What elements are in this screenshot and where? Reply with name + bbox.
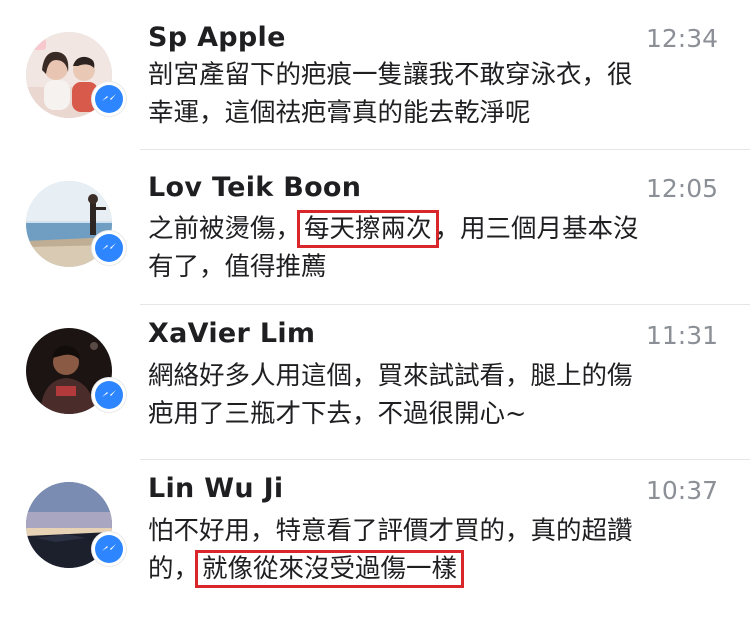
messenger-icon	[102, 94, 116, 101]
messenger-badge	[92, 231, 126, 265]
highlight-box: 就像從來沒受過傷一樣	[195, 550, 465, 588]
conversation-row[interactable]: Lov Teik Boon 12:05 之前被燙傷， 每天擦兩次 ，用三個月基本沒 …	[0, 150, 750, 305]
sender-name: XaVier Lim	[148, 318, 316, 349]
message-text: 網絡好多人用這個，買來試試看，腿上的傷 疤用了三瓶才下去，不過很開心~	[148, 357, 738, 433]
messenger-icon	[102, 243, 116, 250]
message-time: 12:05	[645, 174, 718, 203]
messenger-badge	[92, 378, 126, 412]
message-text: 怕不好用，特意看了評價才買的，真的超讚 的， 就像從來沒受過傷一樣	[148, 512, 738, 588]
message-line: 網絡好多人用這個，買來試試看，腿上的傷	[148, 361, 633, 391]
message-segment: 之前被燙傷，	[148, 214, 302, 244]
conversation-row[interactable]: XaVier Lim 11:31 網絡好多人用這個，買來試試看，腿上的傷 疤用了…	[0, 305, 750, 460]
message-line: 有了，值得推薦	[148, 252, 327, 282]
sender-name: Lov Teik Boon	[148, 172, 362, 203]
message-text: 剖宮產留下的疤痕一隻讓我不敢穿泳衣，很 幸運，這個祛疤膏真的能去乾淨呢	[148, 56, 738, 132]
message-time: 12:34	[645, 24, 718, 53]
message-segment: 的，	[148, 554, 200, 584]
message-line: 之前被燙傷， 每天擦兩次 ，用三個月基本沒	[148, 210, 738, 248]
messenger-icon	[102, 544, 116, 551]
messenger-badge	[92, 532, 126, 566]
sender-name: Lin Wu Ji	[148, 473, 284, 504]
message-line: 疤用了三瓶才下去，不過很開心~	[148, 399, 527, 429]
message-line: 的， 就像從來沒受過傷一樣	[148, 550, 738, 588]
message-line: 剖宮產留下的疤痕一隻讓我不敢穿泳衣，很	[148, 60, 633, 90]
conversation-row[interactable]: Sp Apple 12:34 剖宮產留下的疤痕一隻讓我不敢穿泳衣，很 幸運，這個…	[0, 0, 750, 150]
message-text: 之前被燙傷， 每天擦兩次 ，用三個月基本沒 有了，值得推薦	[148, 210, 738, 286]
messenger-badge	[92, 82, 126, 116]
conversation-row[interactable]: Lin Wu Ji 10:37 怕不好用，特意看了評價才買的，真的超讚 的， 就像…	[0, 460, 750, 624]
message-list: Sp Apple 12:34 剖宮產留下的疤痕一隻讓我不敢穿泳衣，很 幸運，這個…	[0, 0, 750, 624]
message-line: 幸運，這個祛疤膏真的能去乾淨呢	[148, 98, 531, 128]
sender-name: Sp Apple	[148, 22, 286, 53]
message-line: 怕不好用，特意看了評價才買的，真的超讚	[148, 516, 633, 546]
highlight-box: 每天擦兩次	[297, 210, 439, 248]
message-time: 11:31	[645, 321, 718, 350]
message-segment: ，用三個月基本沒	[434, 214, 639, 244]
messenger-icon	[102, 390, 116, 397]
message-time: 10:37	[645, 476, 718, 505]
